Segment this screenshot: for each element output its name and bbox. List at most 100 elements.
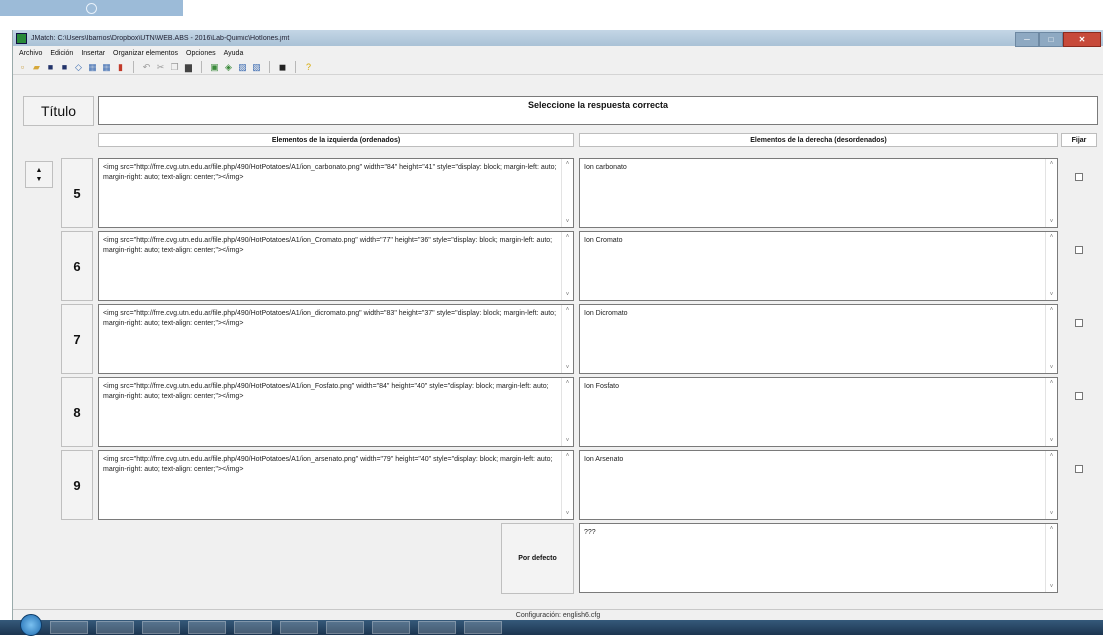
- scroll-up-icon[interactable]: ˄: [562, 232, 573, 242]
- paste-icon[interactable]: ▆: [183, 62, 194, 73]
- taskbar-button[interactable]: [280, 621, 318, 634]
- menu-archivo[interactable]: Archivo: [19, 50, 42, 57]
- scrollbar[interactable]: ˄ ˅: [1045, 524, 1057, 592]
- menu-ayuda[interactable]: Ayuda: [224, 50, 244, 57]
- fix-checkbox[interactable]: [1075, 319, 1083, 327]
- help-icon[interactable]: ?: [303, 62, 314, 73]
- left-item-input[interactable]: <img src="http://frre.cvg.utn.edu.ar/fil…: [98, 158, 574, 228]
- left-item-input[interactable]: <img src="http://frre.cvg.utn.edu.ar/fil…: [98, 304, 574, 374]
- scrollbar[interactable]: ˄ ˅: [1045, 232, 1057, 300]
- left-item-input[interactable]: <img src="http://frre.cvg.utn.edu.ar/fil…: [98, 450, 574, 520]
- move-down-icon[interactable]: ▼: [36, 175, 43, 184]
- taskbar-button[interactable]: [372, 621, 410, 634]
- link-icon[interactable]: ◈: [223, 62, 234, 73]
- scroll-down-icon[interactable]: ˅: [1046, 290, 1057, 300]
- scrollbar[interactable]: ˄ ˅: [1045, 159, 1057, 227]
- scrollbar[interactable]: ˄ ˅: [561, 305, 573, 373]
- row-number-button[interactable]: 5: [61, 158, 93, 228]
- row-number-button[interactable]: 9: [61, 450, 93, 520]
- taskbar-button[interactable]: [418, 621, 456, 634]
- web-export-icon[interactable]: ▦: [87, 62, 98, 73]
- scroll-up-icon[interactable]: ˄: [1046, 378, 1057, 388]
- scrollbar[interactable]: ˄ ˅: [1045, 378, 1057, 446]
- scroll-up-icon[interactable]: ˄: [562, 378, 573, 388]
- cut-icon[interactable]: ✂: [155, 62, 166, 73]
- scroll-down-icon[interactable]: ˅: [562, 436, 573, 446]
- fix-checkbox[interactable]: [1075, 246, 1083, 254]
- scroll-down-icon[interactable]: ˅: [562, 509, 573, 519]
- scrollbar[interactable]: ˄ ˅: [561, 159, 573, 227]
- scroll-up-icon[interactable]: ˄: [1046, 159, 1057, 169]
- title-input[interactable]: Seleccione la respuesta correcta: [98, 96, 1098, 125]
- default-answer-text: ???: [584, 529, 596, 536]
- undo-icon[interactable]: ↶: [141, 62, 152, 73]
- scroll-down-icon[interactable]: ˅: [1046, 509, 1057, 519]
- scrollbar[interactable]: ˄ ˅: [561, 451, 573, 519]
- copy-icon[interactable]: ❐: [169, 62, 180, 73]
- taskbar-button[interactable]: [142, 621, 180, 634]
- fix-checkbox[interactable]: [1075, 392, 1083, 400]
- right-item-input[interactable]: Ion Arsenato ˄ ˅: [579, 450, 1058, 520]
- move-up-icon[interactable]: ▲: [36, 166, 43, 175]
- scroll-up-icon[interactable]: ˄: [1046, 451, 1057, 461]
- scroll-up-icon[interactable]: ˄: [562, 159, 573, 169]
- scroll-down-icon[interactable]: ˅: [562, 363, 573, 373]
- preview-icon[interactable]: ◼: [277, 62, 288, 73]
- scrollbar[interactable]: ˄ ˅: [561, 378, 573, 446]
- scroll-down-icon[interactable]: ˅: [1046, 363, 1057, 373]
- scrollbar[interactable]: ˄ ˅: [1045, 451, 1057, 519]
- open-folder-icon[interactable]: ▰: [31, 62, 42, 73]
- titulo-button[interactable]: Título: [23, 96, 94, 126]
- row-number-button[interactable]: 7: [61, 304, 93, 374]
- taskbar-button[interactable]: [96, 621, 134, 634]
- scroll-down-icon[interactable]: ˅: [562, 290, 573, 300]
- row-number-button[interactable]: 6: [61, 231, 93, 301]
- close-button[interactable]: ✕: [1063, 31, 1101, 47]
- scrollbar[interactable]: ˄ ˅: [561, 232, 573, 300]
- start-button[interactable]: [20, 613, 42, 636]
- default-answer-input[interactable]: ??? ˄ ˅: [579, 523, 1058, 593]
- menu-organizar-elementos[interactable]: Organizar elementos: [113, 50, 178, 57]
- taskbar-button[interactable]: [234, 621, 272, 634]
- options-icon[interactable]: ▧: [251, 62, 262, 73]
- fix-checkbox[interactable]: [1075, 465, 1083, 473]
- save-icon[interactable]: ■: [45, 62, 56, 73]
- image-icon[interactable]: ▣: [209, 62, 220, 73]
- taskbar-button[interactable]: [326, 621, 364, 634]
- left-item-input[interactable]: <img src="http://frre.cvg.utn.edu.ar/fil…: [98, 377, 574, 447]
- taskbar-button[interactable]: [50, 621, 88, 634]
- left-item-input[interactable]: <img src="http://frre.cvg.utn.edu.ar/fil…: [98, 231, 574, 301]
- right-item-input[interactable]: Ion Dicromato ˄ ˅: [579, 304, 1058, 374]
- scroll-down-icon[interactable]: ˅: [562, 217, 573, 227]
- scroll-down-icon[interactable]: ˅: [1046, 217, 1057, 227]
- exit-icon[interactable]: ▮: [115, 62, 126, 73]
- scroll-up-icon[interactable]: ˄: [1046, 524, 1057, 534]
- save-as-icon[interactable]: ■: [59, 62, 70, 73]
- scroll-up-icon[interactable]: ˄: [562, 305, 573, 315]
- right-item-input[interactable]: Ion Cromato ˄ ˅: [579, 231, 1058, 301]
- add-exercise-icon[interactable]: ▦: [101, 62, 112, 73]
- scroll-up-icon[interactable]: ˄: [562, 451, 573, 461]
- maximize-button[interactable]: □: [1039, 31, 1063, 47]
- scroll-down-icon[interactable]: ˅: [1046, 582, 1057, 592]
- right-item-input[interactable]: Ion Fosfato ˄ ˅: [579, 377, 1058, 447]
- default-button[interactable]: Por defecto: [501, 523, 574, 594]
- scroll-down-icon[interactable]: ˅: [1046, 436, 1057, 446]
- row-number-button[interactable]: 8: [61, 377, 93, 447]
- scroll-up-icon[interactable]: ˄: [1046, 232, 1057, 242]
- taskbar-button[interactable]: [188, 621, 226, 634]
- fix-checkbox[interactable]: [1075, 173, 1083, 181]
- row-reorder-spinner[interactable]: ▲ ▼: [25, 161, 53, 188]
- new-file-icon[interactable]: ▫: [17, 62, 28, 73]
- menu-insertar[interactable]: Insertar: [81, 50, 105, 57]
- export-icon[interactable]: ◇: [73, 62, 84, 73]
- menu-edicion[interactable]: Edición: [50, 50, 73, 57]
- scroll-up-icon[interactable]: ˄: [1046, 305, 1057, 315]
- university-seal: [86, 2, 97, 14]
- menu-opciones[interactable]: Opciones: [186, 50, 216, 57]
- minimize-button[interactable]: ─: [1015, 31, 1039, 47]
- taskbar-button[interactable]: [464, 621, 502, 634]
- text-icon[interactable]: ▨: [237, 62, 248, 73]
- right-item-input[interactable]: Ion carbonato ˄ ˅: [579, 158, 1058, 228]
- scrollbar[interactable]: ˄ ˅: [1045, 305, 1057, 373]
